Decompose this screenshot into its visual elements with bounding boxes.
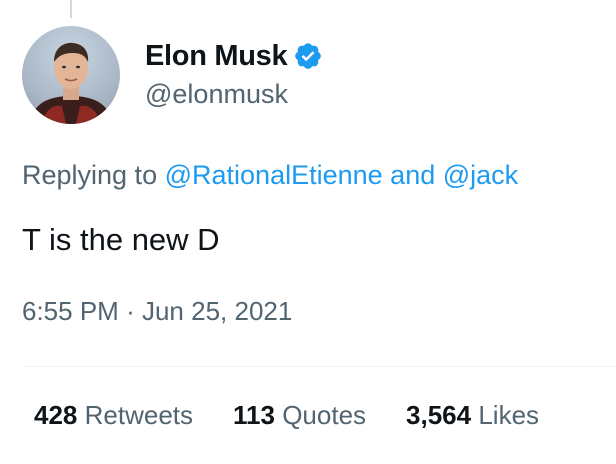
thread-connector-line: [70, 0, 72, 18]
tweet-card: Elon Musk @elonmusk Replying to @Rationa…: [0, 0, 616, 464]
tweet-text: T is the new D: [22, 222, 220, 257]
likes-count: 3,564: [406, 400, 472, 430]
quotes-label: Quotes: [282, 400, 367, 430]
tweet-time[interactable]: 6:55 PM: [22, 296, 119, 326]
reply-mention-link[interactable]: @RationalEtienne: [165, 160, 383, 190]
retweets-count: 428: [34, 400, 78, 430]
stats-divider: [22, 366, 616, 367]
tweet-timestamp: 6:55 PM · Jun 25, 2021: [22, 296, 292, 327]
avatar[interactable]: [22, 26, 120, 124]
retweets-stat[interactable]: 428 Retweets: [34, 400, 193, 431]
reply-mention-joiner[interactable]: and: [390, 160, 435, 190]
author-handle[interactable]: @elonmusk: [145, 79, 288, 110]
retweets-label: Retweets: [84, 400, 194, 430]
timestamp-separator: ·: [126, 296, 135, 326]
tweet-date[interactable]: Jun 25, 2021: [142, 296, 292, 326]
author-name-row: Elon Musk: [145, 38, 323, 74]
quotes-count: 113: [233, 400, 275, 430]
quotes-stat[interactable]: 113 Quotes: [233, 400, 366, 431]
verified-badge-icon: [295, 43, 322, 69]
reply-mention-link[interactable]: @jack: [443, 160, 518, 190]
likes-stat[interactable]: 3,564 Likes: [406, 400, 539, 431]
engagement-stats: 428 Retweets 113 Quotes 3,564 Likes: [34, 400, 539, 431]
replying-to-line: Replying to @RationalEtienne and @jack: [22, 160, 518, 191]
author-display-name[interactable]: Elon Musk: [145, 40, 288, 73]
likes-label: Likes: [478, 400, 540, 430]
replying-to-label: Replying to: [22, 160, 158, 190]
avatar-portrait-icon: [30, 42, 112, 124]
